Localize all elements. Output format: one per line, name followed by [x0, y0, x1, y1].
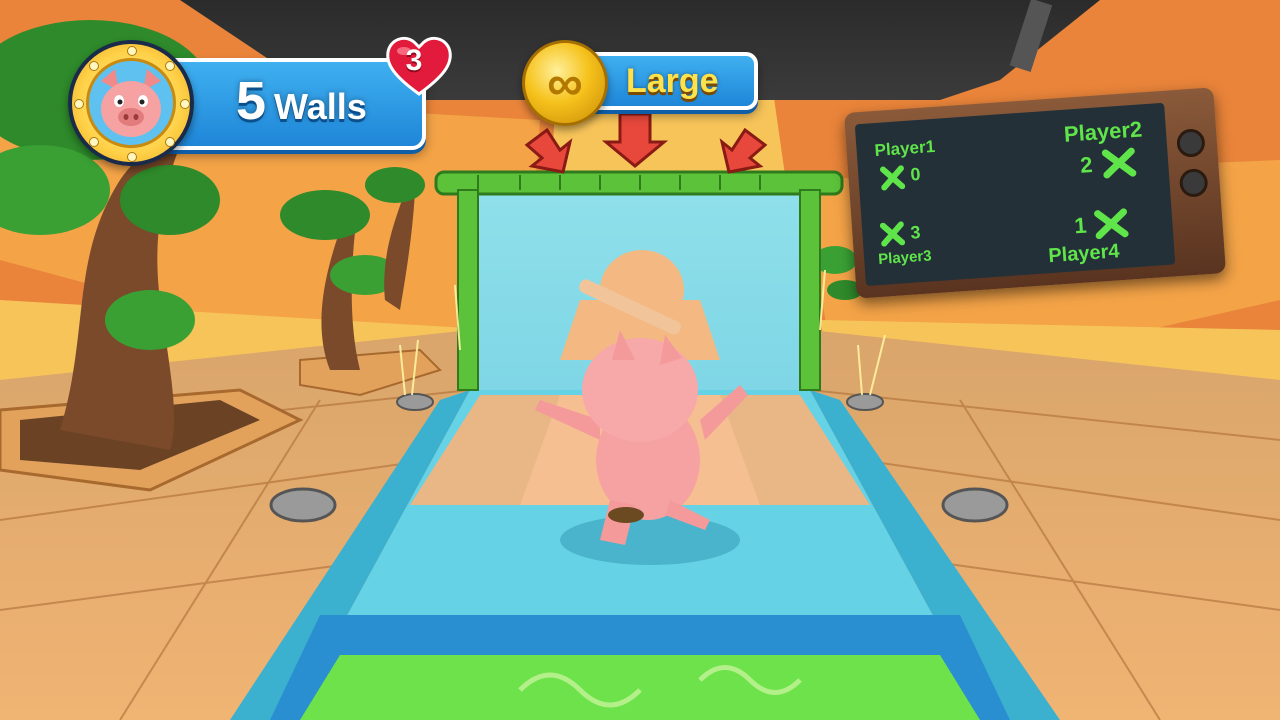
player3-name: Player3: [877, 247, 933, 269]
scoreboard-screen: Player1 0 Player2 2 3 Player3 1 Player4: [854, 102, 1176, 287]
infinity-coin-icon: ∞: [522, 40, 608, 126]
cross-icon: [879, 221, 906, 252]
walls-count: 5: [236, 71, 267, 131]
player1-name: Player1: [873, 136, 936, 161]
cross-icon: [1101, 147, 1137, 184]
player2-score: 2: [1079, 151, 1094, 178]
size-label: Large: [626, 62, 719, 100]
lives-badge: 3: [384, 34, 454, 98]
player4-name: Player4: [1047, 240, 1121, 268]
walls-label: Walls: [274, 86, 367, 127]
walls-counter: 5 Walls: [236, 70, 367, 132]
lives-count: 3: [405, 44, 423, 77]
player4-score: 1: [1073, 212, 1088, 239]
scoreboard: Player1 0 Player2 2 3 Player3 1 Player4: [843, 87, 1227, 299]
player-portrait: [68, 40, 194, 166]
pig-face-icon: [101, 69, 161, 137]
cross-icon: [879, 165, 906, 196]
player2-name: Player2: [1063, 116, 1143, 147]
cross-icon: [1093, 208, 1129, 245]
player3-score: 3: [909, 222, 922, 243]
player1-score: 0: [909, 163, 922, 185]
